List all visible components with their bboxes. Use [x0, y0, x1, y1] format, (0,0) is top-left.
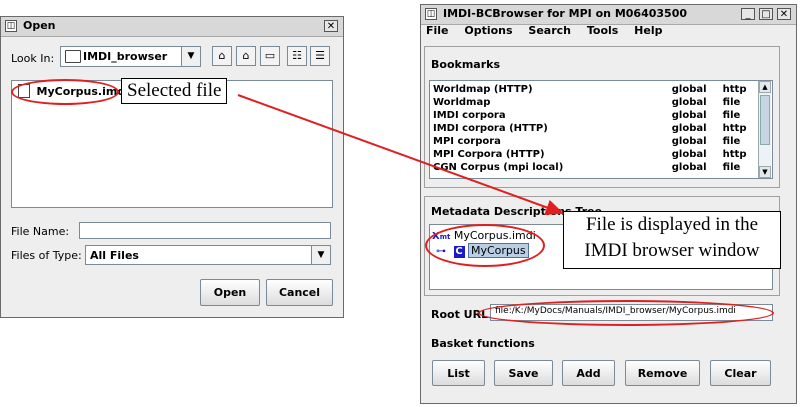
arrow-overlay	[237, 94, 564, 216]
arrow-line	[237, 94, 564, 216]
